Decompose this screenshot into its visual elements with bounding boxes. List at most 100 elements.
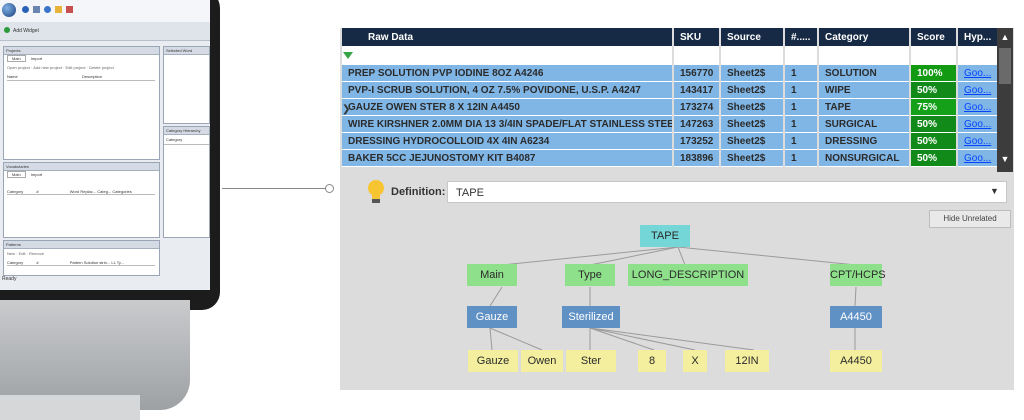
cell-category: WIPE <box>819 82 909 99</box>
table-row[interactable]: PVP-I SCRUB SOLUTION, 4 OZ 7.5% POVIDONE… <box>342 82 1000 99</box>
filter-cell[interactable] <box>674 46 719 65</box>
cell-source: Sheet2$ <box>721 116 783 133</box>
delete-project-button[interactable]: Delete project <box>89 65 114 70</box>
cell-count: 1 <box>785 65 817 82</box>
col-solution: Solution strin... <box>83 260 111 265</box>
new-pattern-button[interactable]: New <box>7 251 15 256</box>
vocab-header: Category # Word Replac... Categ... Categ… <box>7 189 155 195</box>
tree-node-type[interactable]: Type <box>565 264 615 286</box>
filter-cell[interactable] <box>342 46 672 65</box>
monitor-stand <box>0 300 190 410</box>
cell-hyperlink: Goo... <box>958 150 1000 167</box>
tree-leaf-ster[interactable]: Ster <box>566 350 616 372</box>
definition-label: Definition: <box>391 186 446 198</box>
table-row[interactable]: BAKER 5CC JEJUNOSTOMY KIT B4087 183896 S… <box>342 150 1000 167</box>
table-row[interactable]: WIRE KIRSHNER 2.0MM DIA 13 3/4IN SPADE/F… <box>342 116 1000 133</box>
cell-hyperlink: Goo... <box>958 82 1000 99</box>
cell-raw-data: PVP-I SCRUB SOLUTION, 4 OZ 7.5% POVIDONE… <box>342 82 672 99</box>
tree-leaf-gauze[interactable]: Gauze <box>468 350 518 372</box>
filter-icon[interactable] <box>343 52 353 59</box>
add-widget-button[interactable]: Add Widget <box>13 28 39 34</box>
table-row-selected[interactable]: GAUZE OWEN STER 8 X 12IN A4450 173274 Sh… <box>342 99 1000 116</box>
cell-score: 50% <box>911 133 956 150</box>
settings-icon[interactable] <box>44 6 51 13</box>
col-sku[interactable]: SKU <box>674 28 719 46</box>
cell-hyperlink: Goo... <box>958 133 1000 150</box>
col-source[interactable]: Source <box>721 28 783 46</box>
add-project-button[interactable]: Add new project <box>33 65 62 70</box>
col-hyperlink[interactable]: Hyp... <box>958 28 1000 46</box>
tool-icon[interactable] <box>66 6 73 13</box>
edit-project-button[interactable]: Edit project <box>66 65 86 70</box>
filter-cell[interactable] <box>911 46 956 65</box>
tree-node-main[interactable]: Main <box>467 264 517 286</box>
google-link[interactable]: Goo... <box>964 153 991 164</box>
window-icon[interactable] <box>33 6 40 13</box>
col-count[interactable]: #..... <box>785 28 817 46</box>
filter-cell[interactable] <box>819 46 909 65</box>
selected-word-panel: Selected Word <box>163 46 210 124</box>
monitor-screen: Add Widget Projects Main Import Open pro… <box>0 0 210 290</box>
tree-leaf-12in[interactable]: 12IN <box>725 350 769 372</box>
scroll-down-icon[interactable]: ▼ <box>997 150 1013 168</box>
category-panel: Category Hierarchy Category <box>163 126 210 238</box>
col-name: Name <box>7 74 18 79</box>
selected-word-title: Selected Word <box>164 47 209 55</box>
cell-count: 1 <box>785 99 817 116</box>
patterns-panel: Patterns New · Edit · Remove Category # … <box>3 240 160 276</box>
tree-leaf-a4450[interactable]: A4450 <box>830 350 882 372</box>
google-link[interactable]: Goo... <box>964 136 991 147</box>
google-link[interactable]: Goo... <box>964 85 991 96</box>
google-link[interactable]: Goo... <box>964 119 991 130</box>
cell-raw-data: GAUZE OWEN STER 8 X 12IN A4450 <box>342 99 672 116</box>
tree-node-cpt-hcps[interactable]: CPT/HCPS <box>830 264 886 286</box>
scroll-thumb[interactable] <box>999 48 1011 84</box>
callout-line <box>222 188 326 189</box>
open-project-button[interactable]: Open project <box>7 65 30 70</box>
cell-count: 1 <box>785 150 817 167</box>
tree-node-long-description[interactable]: LONG_DESCRIPTION <box>628 264 748 286</box>
tree-node-a4450[interactable]: A4450 <box>830 306 882 328</box>
grid-header-row: Raw Data SKU Source #..... Category Scor… <box>342 28 1000 46</box>
table-row[interactable]: DRESSING HYDROCOLLOID 4X 4IN A6234 17325… <box>342 133 1000 150</box>
status-bar: Ready <box>2 276 17 282</box>
google-link[interactable]: Goo... <box>964 102 991 113</box>
edit-icon[interactable] <box>55 6 62 13</box>
cell-source: Sheet2$ <box>721 99 783 116</box>
tree-leaf-x[interactable]: X <box>683 350 707 372</box>
col-category[interactable]: Category <box>819 28 909 46</box>
definition-select[interactable]: TAPE <box>447 181 1007 203</box>
filter-row[interactable] <box>342 46 1000 65</box>
col-score[interactable]: Score <box>911 28 956 46</box>
vocab-tabs: Main Import <box>7 171 46 178</box>
filter-cell[interactable] <box>958 46 1000 65</box>
google-link[interactable]: Goo... <box>964 68 991 79</box>
tree-root-node[interactable]: TAPE <box>640 225 690 247</box>
tab-main[interactable]: Main <box>7 55 26 62</box>
lightbulb-icon <box>368 180 384 203</box>
cell-count: 1 <box>785 133 817 150</box>
category-column: Category <box>164 135 209 145</box>
col-raw-data[interactable]: Raw Data <box>342 28 672 46</box>
col-count: # <box>36 189 39 194</box>
projects-header: Name Description <box>7 74 155 81</box>
tree-node-sterilized[interactable]: Sterilized <box>562 306 620 328</box>
scroll-up-icon[interactable]: ▲ <box>997 28 1013 46</box>
chevron-down-icon[interactable]: ▼ <box>990 186 999 196</box>
tree-node-gauze[interactable]: Gauze <box>467 306 517 328</box>
tab-import[interactable]: Import <box>27 56 46 61</box>
cell-source: Sheet2$ <box>721 82 783 99</box>
tree-leaf-owen[interactable]: Owen <box>521 350 563 372</box>
tree-leaf-8[interactable]: 8 <box>638 350 666 372</box>
cell-raw-data: BAKER 5CC JEJUNOSTOMY KIT B4087 <box>342 150 672 167</box>
cell-raw-data: PREP SOLUTION PVP IODINE 8OZ A4246 <box>342 65 672 82</box>
table-row[interactable]: PREP SOLUTION PVP IODINE 8OZ A4246 15677… <box>342 65 1000 82</box>
help-icon[interactable] <box>22 6 29 13</box>
filter-cell[interactable] <box>721 46 783 65</box>
remove-pattern-button[interactable]: Remove <box>29 251 44 256</box>
edit-pattern-button[interactable]: Edit <box>19 251 26 256</box>
filter-cell[interactable] <box>785 46 817 65</box>
tab-main[interactable]: Main <box>7 171 26 178</box>
tab-import[interactable]: Import <box>27 172 46 177</box>
mini-titlebar <box>0 0 210 23</box>
